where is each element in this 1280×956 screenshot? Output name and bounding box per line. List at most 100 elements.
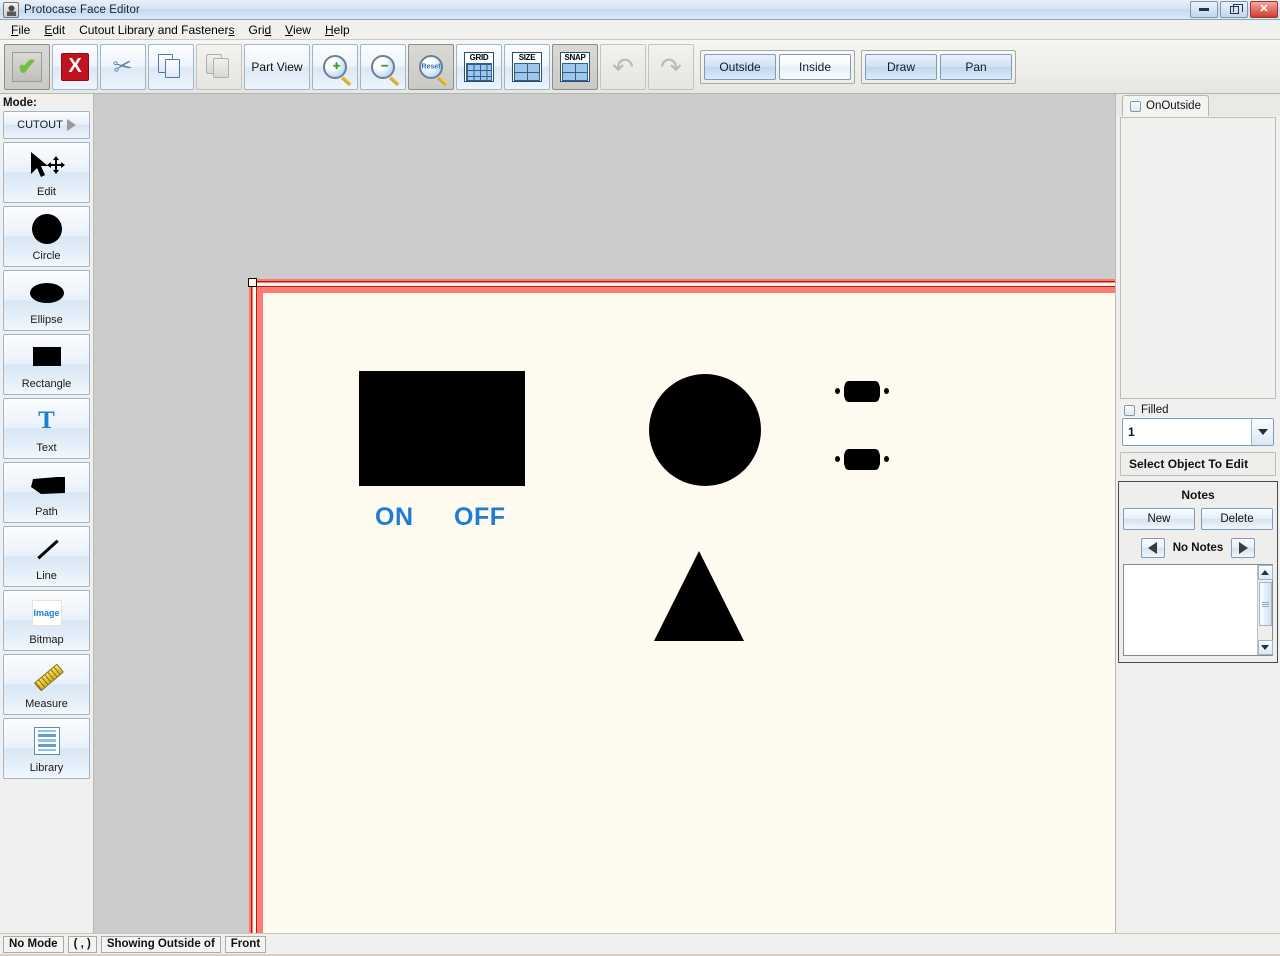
rectangle-cutout[interactable]: [359, 371, 525, 486]
right-triangle-icon: [1238, 542, 1248, 554]
notes-textarea-content[interactable]: [1124, 565, 1257, 655]
left-triangle-icon: [1148, 542, 1158, 554]
tool-measure[interactable]: Measure: [3, 654, 90, 715]
onoutside-checkbox[interactable]: [1130, 100, 1141, 112]
draw-button[interactable]: Draw: [865, 53, 937, 80]
tool-line[interactable]: Line: [3, 526, 90, 587]
tool-edit-label: Edit: [37, 186, 56, 198]
zoom-in-button[interactable]: +: [312, 43, 358, 90]
scroll-up-button[interactable]: [1257, 565, 1273, 580]
tool-palette: Mode: CUTOUT Edit Circle Ellipse Rectang…: [0, 94, 94, 933]
tool-rectangle[interactable]: Rectangle: [3, 334, 90, 395]
drawing-canvas[interactable]: ON OFF: [94, 94, 1115, 933]
tool-path[interactable]: Path: [3, 462, 90, 523]
snap-button[interactable]: SNAP: [552, 43, 598, 90]
scroll-down-button[interactable]: [1257, 640, 1273, 655]
tool-bitmap[interactable]: Image Bitmap: [3, 590, 90, 651]
tool-edit[interactable]: Edit: [3, 142, 90, 203]
magnifier-minus-icon: −: [371, 54, 395, 79]
menu-cutout-library-and-fasteners[interactable]: Cutout Library and Fasteners: [72, 21, 241, 39]
size-icon-label: SIZE: [518, 52, 536, 62]
notes-panel: Notes New Delete No Notes: [1118, 481, 1278, 663]
scissors-icon: ✂: [111, 51, 135, 81]
zoom-out-button[interactable]: −: [360, 43, 406, 90]
paste-button[interactable]: [196, 43, 242, 90]
zoom-reset-button[interactable]: Reset: [408, 43, 454, 90]
redo-arrow-icon: ↷: [660, 51, 682, 82]
scroll-thumb[interactable]: [1258, 582, 1272, 626]
layer-combobox-value: 1: [1128, 425, 1135, 439]
maximize-button[interactable]: [1220, 1, 1248, 18]
tool-library[interactable]: Library: [3, 718, 90, 779]
menu-file-rest: ile: [18, 22, 31, 37]
circle-cutout[interactable]: [649, 374, 761, 486]
tab-onoutside[interactable]: OnOutside: [1122, 95, 1209, 116]
triangle-cutout[interactable]: [654, 551, 744, 641]
dsub-cutout-1[interactable]: [834, 378, 890, 404]
notes-scrollbar[interactable]: [1257, 565, 1273, 655]
text-on[interactable]: ON: [375, 503, 414, 532]
statusbar: No Mode ( , ) Showing Outside of Front: [0, 933, 1280, 954]
menubar: File Edit Cutout Library and Fasteners G…: [0, 20, 1280, 40]
up-triangle-icon: [1261, 570, 1269, 575]
notes-prev-button[interactable]: [1140, 538, 1165, 558]
undo-button[interactable]: ↶: [600, 43, 646, 90]
tool-ellipse[interactable]: Ellipse: [3, 270, 90, 331]
ok-button[interactable]: ✔: [4, 43, 50, 90]
outside-button[interactable]: Outside: [704, 53, 776, 80]
part-view-label: Part View: [251, 59, 303, 74]
part-face[interactable]: ON OFF: [248, 278, 1115, 933]
main-toolbar: ✔ X ✂ Part View + − Reset GRID SIZE SNAP: [0, 40, 1280, 94]
tool-ellipse-label: Ellipse: [30, 314, 63, 326]
menu-edit[interactable]: Edit: [37, 21, 72, 39]
library-list-icon: [33, 726, 60, 755]
mode-cutout-button[interactable]: CUTOUT: [3, 111, 90, 139]
dsub-mount-hole-left: [835, 456, 840, 462]
notes-delete-button[interactable]: Delete: [1201, 508, 1273, 530]
tool-line-label: Line: [36, 570, 57, 582]
notes-title: Notes: [1181, 488, 1215, 502]
grid-button[interactable]: GRID: [456, 43, 502, 90]
snap-icon: SNAP: [560, 51, 590, 82]
green-check-icon: ✔: [12, 51, 42, 82]
close-button[interactable]: ✕: [1250, 1, 1278, 18]
mode-cutout-label: CUTOUT: [17, 119, 63, 131]
side-toggle-group: Outside Inside: [700, 49, 855, 84]
dsub-shell: [844, 449, 880, 470]
menu-grid[interactable]: Grid: [241, 21, 278, 39]
size-icon: SIZE: [512, 51, 542, 82]
minimize-button[interactable]: [1190, 1, 1218, 18]
cancel-button[interactable]: X: [52, 43, 98, 90]
snap-icon-label: SNAP: [564, 52, 586, 62]
notes-next-button[interactable]: [1231, 538, 1256, 558]
window-title: Protocase Face Editor: [24, 3, 140, 16]
resize-handle-top-left[interactable]: [248, 278, 257, 287]
redo-button[interactable]: ↷: [648, 43, 694, 90]
tool-circle[interactable]: Circle: [3, 206, 90, 267]
image-icon: Image: [31, 599, 62, 626]
cut-button[interactable]: ✂: [100, 43, 146, 90]
path-icon: [30, 476, 65, 494]
red-x-icon: X: [61, 52, 89, 81]
cursor-move-icon: [4, 143, 89, 186]
menu-view[interactable]: View: [278, 21, 318, 39]
filled-checkbox[interactable]: [1124, 404, 1135, 416]
copy-button[interactable]: [148, 43, 194, 90]
tool-text[interactable]: T Text: [3, 398, 90, 459]
layer-combobox[interactable]: 1: [1122, 418, 1274, 446]
size-button[interactable]: SIZE: [504, 43, 550, 90]
grid-icon: GRID: [464, 51, 494, 82]
workspace: Mode: CUTOUT Edit Circle Ellipse Rectang…: [0, 94, 1280, 933]
pan-button[interactable]: Pan: [940, 53, 1012, 80]
part-view-button[interactable]: Part View: [244, 43, 310, 90]
text-off[interactable]: OFF: [454, 503, 506, 532]
dsub-mount-hole-right: [884, 456, 889, 462]
dsub-cutout-2[interactable]: [834, 446, 890, 472]
notes-textarea[interactable]: [1123, 564, 1273, 656]
chevron-down-icon[interactable]: [1251, 419, 1273, 445]
notes-new-button[interactable]: New: [1123, 508, 1195, 530]
menu-file[interactable]: File: [4, 21, 37, 39]
inside-button[interactable]: Inside: [779, 53, 851, 80]
properties-panel: OnOutside Filled 1 Select Object To Edit…: [1115, 94, 1280, 933]
menu-help[interactable]: Help: [318, 21, 357, 39]
